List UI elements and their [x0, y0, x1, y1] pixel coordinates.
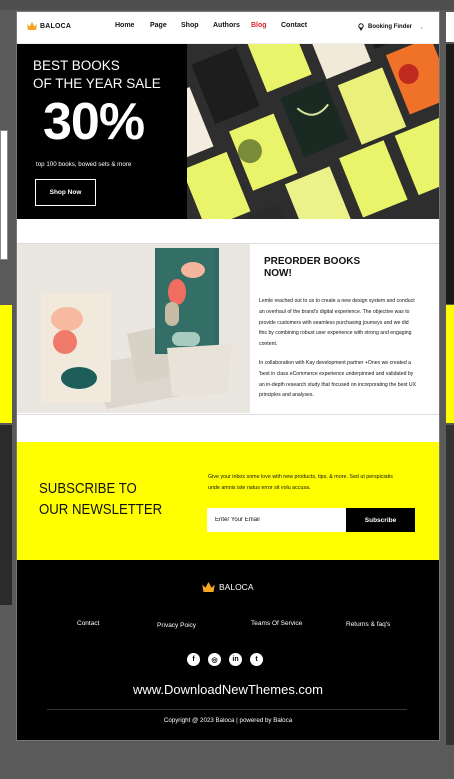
- booking-finder[interactable]: Booking Finder: [357, 23, 412, 31]
- hero-text-panel: BEST BOOKS OF THE YEAR SALE 30% top 100 …: [17, 44, 187, 219]
- hero-subtitle: top 100 books, bowed sets & more: [36, 161, 132, 168]
- preorder-title: PREORDER BOOKS NOW!: [264, 256, 404, 280]
- crown-icon: [202, 582, 215, 592]
- nav-page[interactable]: Page: [150, 22, 181, 29]
- hero-books-image: [187, 44, 439, 219]
- side-strip-yellow: [0, 305, 12, 423]
- preorder-section: PREORDER BOOKS NOW! Lemle reached out to…: [17, 243, 439, 415]
- linkedin-icon[interactable]: in: [229, 653, 242, 666]
- preorder-description: Lemle reached out to us to create a new …: [259, 296, 417, 409]
- header-extra: ,: [421, 24, 423, 30]
- footer-link-returns[interactable]: Returns & faq's: [346, 621, 390, 628]
- hero-title-line1: BEST BOOKS: [33, 58, 120, 73]
- preorder-paragraph-2: In collaboration with Kay development pa…: [259, 359, 417, 399]
- social-links: f ◎ in t: [187, 653, 263, 666]
- side-strip-dark-right: [446, 44, 454, 304]
- hero-title-line2: OF THE YEAR SALE: [33, 76, 161, 91]
- footer-link-terms[interactable]: Teams Of Service: [251, 620, 302, 627]
- footer-link-contact[interactable]: Contact: [77, 620, 99, 627]
- watermark-text: www.DownloadNewThemes.com: [132, 682, 323, 697]
- footer-link-privacy[interactable]: Privacy Poicy: [157, 622, 196, 629]
- book-mockup-image: [17, 244, 250, 413]
- facebook-icon[interactable]: f: [187, 653, 200, 666]
- side-strip-white: [446, 12, 454, 42]
- nav-authors[interactable]: Authors: [213, 22, 251, 29]
- hero-discount: 30%: [43, 93, 145, 151]
- nav-contact[interactable]: Contact: [281, 22, 311, 29]
- newsletter-title: SUBSCRIBE TO OUR NEWSLETTER: [39, 478, 180, 520]
- newsletter-title-line1: SUBSCRIBE TO: [39, 480, 137, 497]
- newsletter-description: Give your inbox some love with new produ…: [208, 474, 393, 491]
- footer-logo[interactable]: BALOCA: [202, 582, 254, 592]
- site-logo[interactable]: BALOCA: [27, 22, 71, 30]
- instagram-icon[interactable]: ◎: [208, 653, 221, 666]
- site-footer: BALOCA Contact Privacy Poicy Teams Of Se…: [17, 560, 439, 740]
- hero-banner: BEST BOOKS OF THE YEAR SALE 30% top 100 …: [17, 44, 439, 219]
- subscribe-button[interactable]: Subscribe: [346, 508, 415, 532]
- preorder-title-line2: NOW!: [264, 268, 292, 279]
- newsletter-title-line2: OUR NEWSLETTER: [39, 501, 163, 518]
- shop-now-button[interactable]: Shop Now: [35, 179, 96, 206]
- side-strip-dark-right-lower: [446, 425, 454, 745]
- browser-bar: [0, 0, 454, 10]
- copyright-text: Copyright @ 2023 Baloca | powered by Bal…: [163, 717, 293, 724]
- main-nav: Home Page Shop Authors Blog Contact: [115, 22, 311, 29]
- side-panel: [0, 130, 8, 260]
- nav-blog[interactable]: Blog: [251, 22, 281, 29]
- email-field[interactable]: [207, 508, 346, 532]
- newsletter-section: SUBSCRIBE TO OUR NEWSLETTER Give your in…: [17, 442, 439, 560]
- logo-text: BALOCA: [40, 22, 72, 30]
- hero-title: BEST BOOKS OF THE YEAR SALE: [33, 57, 193, 93]
- footer-divider: [47, 709, 407, 710]
- side-strip-yellow-right: [446, 305, 454, 423]
- site-header: BALOCA Home Page Shop Authors Blog Conta…: [17, 12, 439, 44]
- page-preview: BALOCA Home Page Shop Authors Blog Conta…: [17, 12, 439, 740]
- location-icon: [358, 23, 364, 31]
- preorder-title-line1: PREORDER BOOKS: [264, 256, 361, 267]
- preorder-paragraph-1: Lemle reached out to us to create a new …: [259, 298, 415, 348]
- twitter-icon[interactable]: t: [250, 653, 263, 666]
- crown-icon: [27, 22, 37, 30]
- nav-home[interactable]: Home: [115, 22, 150, 29]
- nav-shop[interactable]: Shop: [181, 22, 213, 29]
- booking-finder-label: Booking Finder: [368, 24, 412, 30]
- footer-logo-text: BALOCA: [219, 582, 254, 592]
- side-strip-dark: [0, 425, 12, 605]
